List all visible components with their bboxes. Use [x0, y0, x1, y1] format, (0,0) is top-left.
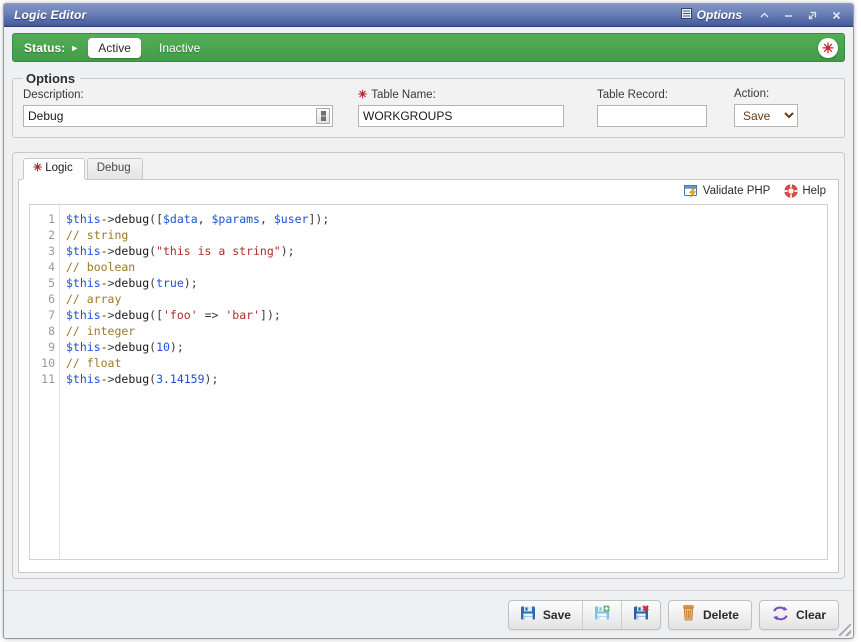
description-input[interactable] [23, 105, 333, 127]
save-as-new-button[interactable] [583, 601, 622, 629]
line-number: 7 [30, 307, 55, 323]
tab-logic[interactable]: ✳ Logic [23, 158, 85, 179]
close-button[interactable] [824, 6, 848, 25]
maximize-icon [807, 10, 818, 21]
maximize-button[interactable] [800, 6, 824, 25]
code-content[interactable]: $this->debug([$data, $params, $user]);//… [60, 205, 827, 559]
tab-body: Validate PHP [18, 179, 839, 573]
value-picker-icon-button[interactable] [316, 108, 330, 124]
code-editor[interactable]: 1234567891011 $this->debug([$data, $para… [29, 204, 828, 560]
table-record-label: Table Record: [597, 89, 707, 101]
code-line: // array [66, 291, 827, 307]
resize-grip-icon[interactable] [839, 624, 851, 636]
table-name-label: ✳ Table Name: [358, 88, 564, 101]
validate-php-icon [684, 184, 699, 198]
line-number: 10 [30, 355, 55, 371]
line-number-gutter: 1234567891011 [30, 205, 60, 559]
code-line: $this->debug(true); [66, 275, 827, 291]
save-and-close-button[interactable] [622, 601, 660, 629]
line-number: 11 [30, 371, 55, 387]
list-icon [681, 8, 692, 22]
table-name-input[interactable] [358, 105, 564, 127]
options-menu-button[interactable]: Options [677, 8, 752, 22]
floppy-delete-icon [633, 605, 649, 624]
save-button-group: Save [508, 600, 661, 630]
line-number: 2 [30, 227, 55, 243]
line-number: 6 [30, 291, 55, 307]
options-form-row: Description: ✳ Table Name: [23, 88, 834, 127]
window-titlebar[interactable]: Logic Editor Options [4, 4, 853, 27]
footer-button-bar: Save [4, 590, 853, 638]
line-number: 5 [30, 275, 55, 291]
code-line: $this->debug("this is a string"); [66, 243, 827, 259]
options-menu-label: Options [697, 8, 742, 22]
code-line: $this->debug(10); [66, 339, 827, 355]
window-title: Logic Editor [14, 8, 86, 22]
code-line: $this->debug(3.14159); [66, 371, 827, 387]
editor-section: ✳ Logic Debug [4, 138, 853, 579]
line-number: 1 [30, 211, 55, 227]
minimize-button[interactable] [776, 6, 800, 25]
minimize-icon [783, 10, 794, 21]
description-field-group: Description: [23, 89, 333, 127]
tab-debug[interactable]: Debug [87, 158, 143, 179]
tab-logic-label: Logic [45, 162, 73, 175]
table-name-field-group: ✳ Table Name: [358, 88, 564, 127]
code-line: // integer [66, 323, 827, 339]
chevron-up-icon [759, 10, 770, 21]
validate-php-label: Validate PHP [703, 185, 771, 197]
close-icon [831, 10, 842, 21]
collapse-button[interactable] [752, 6, 776, 25]
help-button[interactable]: Help [784, 184, 826, 198]
code-line: // float [66, 355, 827, 371]
logic-editor-window: Logic Editor Options [3, 3, 854, 639]
options-legend: Options [23, 71, 80, 86]
clear-button[interactable]: Clear [759, 600, 839, 630]
status-option-inactive[interactable]: Inactive [149, 38, 210, 58]
status-bar: Status: ► Active Inactive ✳ [12, 33, 845, 62]
tab-strip: ✳ Logic Debug [18, 158, 839, 180]
floppy-add-icon [594, 605, 610, 624]
validate-php-button[interactable]: Validate PHP [684, 184, 771, 198]
status-label: Status: [24, 41, 65, 55]
editor-toolbar: Validate PHP [19, 179, 838, 203]
required-asterisk-icon: ✳ [358, 88, 367, 101]
options-section: Options Description: ✳ Table Name: [4, 62, 853, 138]
action-label: Action: [734, 88, 798, 100]
code-line: // string [66, 227, 827, 243]
code-line: $this->debug([$data, $params, $user]); [66, 211, 827, 227]
code-line: $this->debug(['foo' => 'bar']); [66, 307, 827, 323]
line-number: 3 [30, 243, 55, 259]
floppy-save-icon [520, 605, 536, 624]
refresh-icon [772, 606, 789, 624]
titlebar-controls: Options [677, 6, 848, 25]
save-button[interactable]: Save [509, 601, 583, 629]
help-label: Help [802, 185, 826, 197]
delete-button[interactable]: Delete [668, 600, 752, 630]
editor-tabpanel: ✳ Logic Debug [12, 152, 845, 579]
code-line: // boolean [66, 259, 827, 275]
life-ring-help-icon [784, 184, 798, 198]
tab-debug-label: Debug [97, 162, 131, 175]
line-number: 9 [30, 339, 55, 355]
action-select[interactable]: SaveDeleteInsertUpdateSelect [734, 104, 798, 127]
clear-button-label: Clear [796, 608, 826, 622]
line-number: 8 [30, 323, 55, 339]
delete-button-label: Delete [703, 608, 739, 622]
line-number: 4 [30, 259, 55, 275]
table-record-field-group: Table Record: [597, 89, 707, 127]
tab-required-asterisk-icon: ✳ [33, 162, 42, 175]
trash-icon [681, 605, 696, 624]
caret-right-icon: ► [70, 43, 79, 53]
value-picker-icon [321, 111, 326, 121]
action-field-group: Action: SaveDeleteInsertUpdateSelect [734, 88, 798, 127]
asterisk-icon-button[interactable]: ✳ [818, 38, 838, 58]
description-label: Description: [23, 89, 333, 101]
options-fieldset: Options Description: ✳ Table Name: [12, 71, 845, 138]
table-record-input[interactable] [597, 105, 707, 127]
save-button-label: Save [543, 608, 571, 622]
status-option-active[interactable]: Active [88, 38, 141, 58]
